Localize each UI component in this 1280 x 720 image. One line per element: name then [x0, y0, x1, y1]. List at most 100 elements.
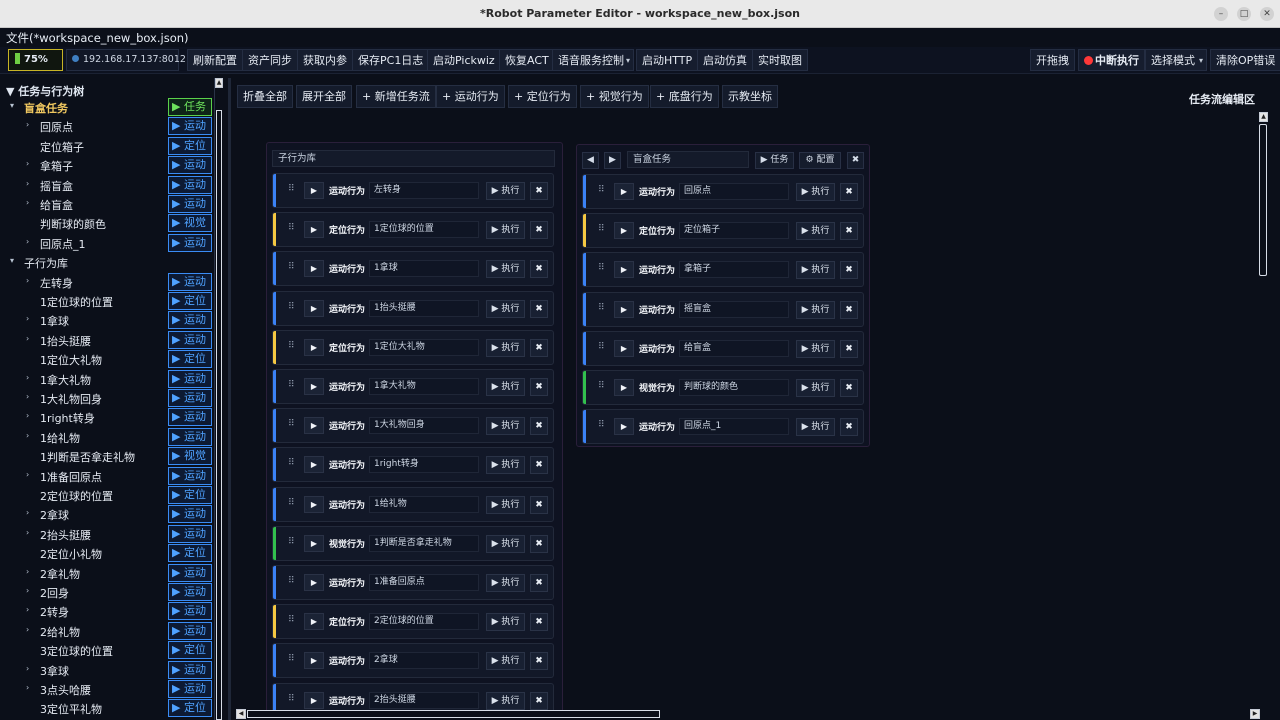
tree-item-run-badge[interactable]: ▶ 运动: [168, 389, 212, 407]
execute-button[interactable]: ▶ 执行: [486, 652, 525, 671]
tree-item[interactable]: 1判断是否拿走礼物 ▶ 视觉: [0, 447, 214, 466]
play-step-button[interactable]: ▶: [304, 221, 324, 239]
add-vision-button[interactable]: + 视觉行为: [580, 85, 649, 108]
behavior-name-field[interactable]: 1给礼物: [369, 495, 479, 513]
tree-item-run-badge[interactable]: ▶ 运动: [168, 175, 212, 194]
remove-card-button[interactable]: ✖: [530, 574, 548, 592]
minimize-button[interactable]: –: [1214, 7, 1228, 21]
restore-act-button[interactable]: 恢复ACT: [499, 49, 555, 71]
behavior-card[interactable]: ⠿ ▶ 定位行为 定位箱子 ▶ 执行 ✖: [582, 213, 864, 249]
tree-item-run-badge[interactable]: ▶ 定位: [168, 486, 212, 504]
collapse-arrow-icon[interactable]: ›: [26, 605, 29, 614]
voice-service-dropdown[interactable]: 语音服务控制 ▾: [552, 49, 634, 71]
tree-item[interactable]: 2定位球的位置 ▶ 定位: [0, 486, 214, 505]
behavior-card[interactable]: ⠿ ▶ 运动行为 拿箱子 ▶ 执行 ✖: [582, 252, 864, 288]
behavior-name-field[interactable]: 给盲盒: [679, 339, 789, 357]
behavior-name-field[interactable]: 左转身: [369, 182, 479, 199]
drag-handle-icon[interactable]: ⠿: [288, 694, 295, 704]
tree-item[interactable]: › 1给礼物 ▶ 运动: [0, 427, 214, 447]
tree-item-run-badge[interactable]: ▶ 运动: [168, 156, 212, 175]
canvas-vertical-scrollbar[interactable]: ▲: [1258, 112, 1269, 710]
behavior-card[interactable]: ⠿ ▶ 运动行为 2拿球 ▶ 执行 ✖: [272, 643, 554, 679]
remove-card-button[interactable]: ✖: [530, 534, 548, 553]
behavior-name-field[interactable]: 1拿球: [369, 260, 479, 278]
behavior-name-field[interactable]: 1定位球的位置: [369, 221, 479, 239]
tree-item[interactable]: › 2回身 ▶ 运动: [0, 583, 214, 602]
tree-item[interactable]: › 左转身 ▶ 运动: [0, 272, 214, 292]
behavior-name-field[interactable]: 1right转身: [369, 456, 479, 474]
behavior-card[interactable]: ⠿ ▶ 运动行为 左转身 ▶ 执行 ✖: [272, 173, 554, 208]
collapse-arrow-icon[interactable]: ›: [26, 314, 29, 323]
get-intrinsics-button[interactable]: 获取内参: [297, 49, 353, 71]
execute-button[interactable]: ▶ 执行: [486, 182, 525, 200]
tree-scroll-thumb[interactable]: [216, 110, 222, 720]
teach-coordinates-button[interactable]: 示教坐标: [722, 85, 778, 108]
drag-handle-icon[interactable]: ⠿: [288, 654, 295, 664]
tree-item-run-badge[interactable]: ▶ 运动: [168, 524, 212, 543]
collapse-arrow-icon[interactable]: ›: [26, 508, 29, 517]
tree-item-run-badge[interactable]: ▶ 定位: [168, 641, 212, 660]
run-task-button[interactable]: ▶ 任务: [755, 152, 794, 169]
play-step-button[interactable]: ▶: [614, 183, 634, 200]
tree-item[interactable]: 2定位小礼物 ▶ 定位: [0, 544, 214, 563]
execute-button[interactable]: ▶ 执行: [796, 300, 835, 319]
behavior-card[interactable]: ⠿ ▶ 运动行为 给盲盒 ▶ 执行 ✖: [582, 330, 864, 366]
execute-button[interactable]: ▶ 执行: [486, 260, 525, 279]
drag-handle-icon[interactable]: ⠿: [288, 419, 295, 429]
tree-item-run-badge[interactable]: ▶ 运动: [168, 272, 212, 291]
tree-item[interactable]: ▾ 盲盒任务 ▶ 任务: [0, 98, 214, 117]
behavior-card[interactable]: ⠿ ▶ 视觉行为 1判断是否拿走礼物 ▶ 执行 ✖: [272, 525, 554, 561]
tree-item[interactable]: › 摇盲盒 ▶ 运动: [0, 175, 214, 195]
enable-drag-button[interactable]: 开拖拽: [1030, 49, 1075, 71]
tree-item[interactable]: › 2抬头挺腰 ▶ 运动: [0, 524, 214, 544]
tree-item[interactable]: › 1准备回原点 ▶ 运动: [0, 466, 214, 486]
play-step-button[interactable]: ▶: [304, 613, 324, 631]
file-menu[interactable]: 文件(*workspace_new_box.json): [6, 30, 189, 46]
add-locate-button[interactable]: + 定位行为: [508, 85, 577, 108]
tree-item[interactable]: › 2拿礼物 ▶ 运动: [0, 563, 214, 583]
collapse-arrow-icon[interactable]: ›: [26, 411, 29, 420]
drag-handle-icon[interactable]: ⠿: [288, 223, 295, 233]
remove-card-button[interactable]: ✖: [530, 182, 548, 200]
play-step-button[interactable]: ▶: [304, 456, 324, 474]
drag-handle-icon[interactable]: ⠿: [598, 420, 605, 430]
tree-item-run-badge[interactable]: ▶ 运动: [168, 680, 212, 698]
remove-card-button[interactable]: ✖: [530, 495, 548, 514]
collapse-all-button[interactable]: 折叠全部: [237, 85, 293, 108]
tree-item[interactable]: 1定位大礼物 ▶ 定位: [0, 350, 214, 369]
remove-card-button[interactable]: ✖: [530, 456, 548, 475]
execute-button[interactable]: ▶ 执行: [486, 299, 525, 318]
behavior-name-field[interactable]: 回原点_1: [679, 418, 789, 436]
drag-handle-icon[interactable]: ⠿: [598, 263, 605, 273]
tree-item[interactable]: › 1拿大礼物 ▶ 运动: [0, 369, 214, 389]
tree-item-run-badge[interactable]: ▶ 运动: [168, 427, 212, 446]
execute-button[interactable]: ▶ 执行: [486, 534, 525, 553]
task-name-field[interactable]: 盲盒任务: [627, 151, 749, 168]
behavior-card[interactable]: ⠿ ▶ 运动行为 1大礼物回身 ▶ 执行 ✖: [272, 408, 554, 444]
behavior-name-field[interactable]: 1准备回原点: [369, 574, 479, 591]
collapse-arrow-icon[interactable]: ›: [26, 198, 29, 207]
remove-card-button[interactable]: ✖: [840, 339, 858, 358]
tree-item-run-badge[interactable]: ▶ 定位: [168, 350, 212, 369]
tree-item[interactable]: ▾ 子行为库: [0, 253, 214, 272]
tree-item-run-badge[interactable]: ▶ 运动: [168, 466, 212, 485]
play-step-button[interactable]: ▶: [304, 574, 324, 591]
drag-handle-icon[interactable]: ⠿: [288, 458, 295, 468]
tree-item-run-badge[interactable]: ▶ 运动: [168, 621, 212, 640]
execute-button[interactable]: ▶ 执行: [486, 221, 525, 240]
collapse-arrow-icon[interactable]: ›: [26, 664, 29, 673]
tree-item[interactable]: 1定位球的位置 ▶ 定位: [0, 292, 214, 311]
play-step-button[interactable]: ▶: [614, 339, 634, 357]
execute-button[interactable]: ▶ 执行: [796, 222, 835, 241]
drag-handle-icon[interactable]: ⠿: [288, 537, 295, 547]
collapse-arrow-icon[interactable]: ›: [26, 179, 29, 188]
collapse-arrow-icon[interactable]: ›: [26, 276, 29, 285]
execute-button[interactable]: ▶ 执行: [486, 417, 525, 436]
execute-button[interactable]: ▶ 执行: [486, 495, 525, 514]
drag-handle-icon[interactable]: ⠿: [288, 380, 295, 390]
scroll-up-icon[interactable]: ▲: [1259, 112, 1268, 122]
collapse-arrow-icon[interactable]: ›: [26, 392, 29, 401]
play-step-button[interactable]: ▶: [304, 691, 324, 709]
tree-item[interactable]: › 拿箱子 ▶ 运动: [0, 156, 214, 175]
tree-item[interactable]: › 3点头哈腰 ▶ 运动: [0, 680, 214, 699]
